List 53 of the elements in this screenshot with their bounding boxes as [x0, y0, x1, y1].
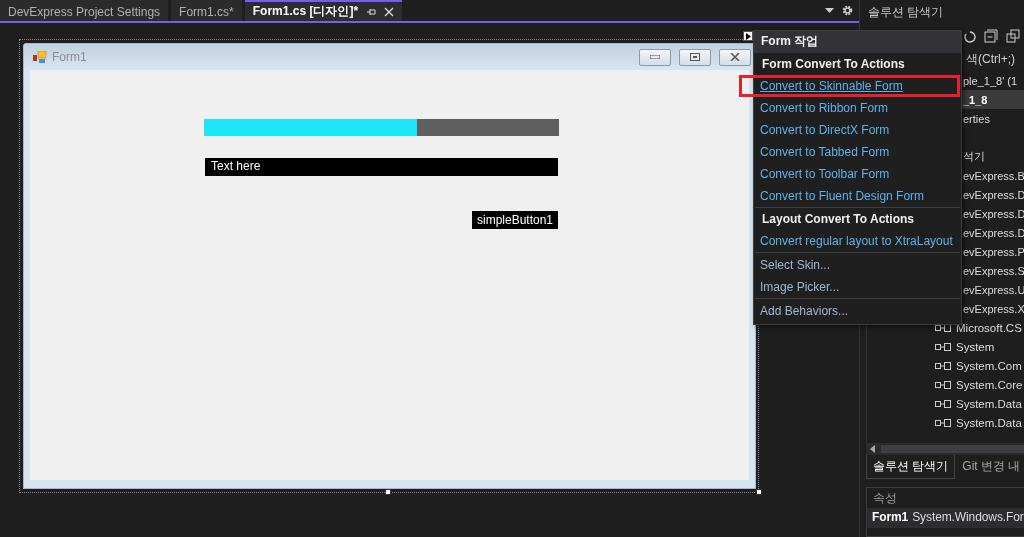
menu-link[interactable]: Convert to DirectX Form	[754, 119, 961, 141]
menu-link[interactable]: Convert regular layout to XtraLayout	[754, 230, 961, 252]
section-title: Layout Convert To Actions	[761, 211, 915, 228]
menu-link[interactable]: Convert to Toolbar Form	[754, 163, 961, 185]
minimize-icon	[650, 55, 660, 59]
reference-icon	[935, 361, 951, 370]
section-title: Form Convert To Actions	[761, 56, 906, 73]
menu-title: Form 작업	[754, 31, 961, 53]
dropdown-icon[interactable]	[825, 8, 834, 13]
collapse-icon[interactable]	[984, 29, 998, 43]
menu-link[interactable]: Convert to Fluent Design Form	[754, 185, 961, 207]
menu-link[interactable]: Add Behaviors...	[754, 300, 961, 322]
tree-item[interactable]: System.Com	[867, 356, 1024, 375]
close-button[interactable]	[719, 48, 751, 66]
reference-icon	[935, 399, 951, 408]
form-title: Form1	[52, 50, 88, 64]
copy-icon[interactable]	[1006, 29, 1020, 43]
reference-icon	[935, 380, 951, 389]
object-selector[interactable]: Form1 System.Windows.For	[867, 508, 1024, 528]
tree-item[interactable]: System	[867, 337, 1024, 356]
close-icon[interactable]	[384, 6, 395, 17]
panel-title: 솔루션 탐색기	[867, 4, 945, 21]
menu-link[interactable]: Convert to Tabbed Form	[754, 141, 961, 163]
document-tab[interactable]: Form1.cs [디자인]*	[244, 0, 403, 21]
document-tab[interactable]: Form1.cs*	[171, 0, 242, 21]
maximize-icon	[690, 53, 700, 61]
reference-icon	[935, 342, 951, 351]
panel-title: 속성	[872, 490, 898, 507]
triangle-icon	[745, 32, 751, 40]
menu-link[interactable]: Convert to Skinnable Form	[739, 75, 960, 97]
text-edit-field[interactable]: Text here	[205, 158, 558, 176]
menu-link[interactable]: Image Picker...	[754, 276, 961, 298]
panel-tab[interactable]: Git 변경 내	[955, 455, 1024, 479]
settings-icon[interactable]	[842, 5, 853, 16]
close-icon	[730, 53, 740, 61]
panel-tab[interactable]: 솔루션 탐색기	[866, 455, 956, 479]
tree-item[interactable]: System.Data	[867, 413, 1024, 432]
menu-link[interactable]: Convert to Ribbon Form	[754, 97, 961, 119]
reference-icon	[935, 323, 951, 332]
scroll-left-icon[interactable]	[870, 445, 875, 453]
simple-button[interactable]: simpleButton1	[472, 211, 558, 229]
tree-item[interactable]: System.Data	[867, 394, 1024, 413]
form-icon	[33, 50, 47, 64]
minimize-button[interactable]	[639, 48, 671, 66]
refresh-icon[interactable]	[964, 29, 976, 43]
reference-icon	[935, 418, 951, 427]
document-tab[interactable]: DevExpress Project Settings	[0, 0, 169, 21]
menu-link[interactable]: Select Skin...	[754, 254, 961, 276]
resize-handle[interactable]	[385, 489, 391, 495]
resize-handle[interactable]	[756, 489, 762, 495]
pin-icon[interactable]	[366, 6, 377, 17]
maximize-button[interactable]	[679, 48, 711, 66]
tree-item[interactable]: System.Core	[867, 375, 1024, 394]
